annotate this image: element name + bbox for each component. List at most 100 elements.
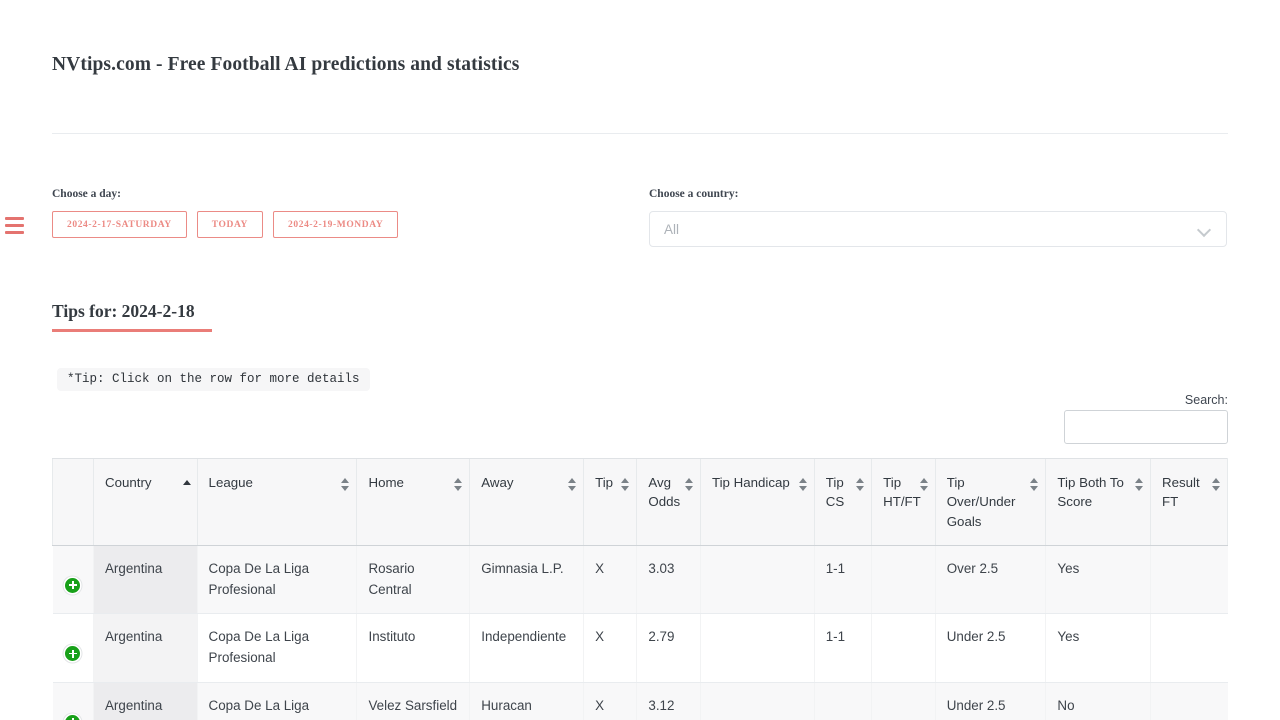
cell-tip-handicap — [699, 613, 815, 683]
column-header-home[interactable]: Home — [356, 458, 470, 546]
cell-tip: X — [583, 613, 637, 683]
row-expander-cell[interactable] — [52, 545, 94, 615]
sort-both-icon — [568, 478, 577, 491]
column-header-tip-both-to-score[interactable]: Tip Both To Score — [1045, 458, 1151, 546]
search-area: Search: — [1064, 393, 1228, 444]
cell-tip-handicap — [699, 682, 815, 720]
sort-both-icon — [341, 478, 350, 491]
day-button-today[interactable]: TODAY — [196, 211, 264, 238]
expand-row-button[interactable] — [53, 546, 94, 614]
column-label: League — [208, 475, 253, 490]
sort-both-icon — [1212, 478, 1221, 491]
cell-country: Argentina — [93, 613, 198, 683]
sort-both-icon — [684, 478, 694, 491]
sort-both-icon — [1135, 478, 1144, 491]
column-header-tip-over-under-goals[interactable]: Tip Over/Under Goals — [934, 458, 1046, 546]
table-row[interactable]: Argentina Copa De La Liga Profesional Ro… — [52, 545, 1228, 615]
cell-tip-over-under-goals: Under 2.5 — [934, 682, 1046, 720]
search-input[interactable] — [1064, 410, 1228, 444]
cell-result-ft — [1150, 682, 1228, 720]
column-header-tip-cs[interactable]: Tip CS — [813, 458, 872, 546]
column-header-away[interactable]: Away — [469, 458, 584, 546]
cell-avg-odds: 2.79 — [636, 613, 701, 683]
search-label: Search: — [1184, 393, 1228, 407]
expand-row-button[interactable] — [53, 683, 94, 720]
cell-tip-over-under-goals: Under 2.5 — [934, 613, 1046, 683]
choose-country-label: Choose a country: — [649, 188, 739, 200]
choose-day-label: Choose a day: — [52, 188, 122, 200]
plus-circle-icon — [65, 646, 81, 662]
sort-both-icon — [454, 478, 463, 491]
cell-tip-cs: 1-1 — [813, 545, 872, 615]
sort-both-icon — [798, 478, 808, 491]
column-label: Tip Both To Score — [1057, 475, 1124, 510]
hamburger-bar — [5, 224, 24, 227]
cell-away: Huracan — [469, 682, 584, 720]
hamburger-menu-icon[interactable] — [5, 217, 24, 234]
hamburger-bar — [5, 217, 24, 220]
cell-tip-htft — [871, 545, 936, 615]
sort-both-icon — [621, 478, 630, 491]
tips-table: Country League Home Away Tip Avg Odds Ti… — [52, 458, 1228, 720]
cell-tip-over-under-goals: Over 2.5 — [934, 545, 1046, 615]
tips-heading: Tips for: 2024-2-18 — [52, 301, 195, 321]
cell-result-ft — [1150, 613, 1228, 683]
chevron-down-icon — [1198, 225, 1212, 234]
plus-circle-icon — [65, 577, 81, 593]
cell-avg-odds: 3.03 — [636, 545, 701, 615]
cell-tip-handicap — [699, 545, 815, 615]
column-label: Away — [481, 475, 514, 490]
cell-tip-htft — [871, 682, 936, 720]
tips-table-body: Argentina Copa De La Liga Profesional Ro… — [52, 545, 1228, 720]
column-label: Tip Over/Under Goals — [946, 475, 1016, 529]
row-expander-cell[interactable] — [52, 613, 94, 683]
cell-league: Copa De La Liga Profesional — [196, 682, 357, 720]
country-select-value: All — [664, 221, 680, 237]
column-header-league[interactable]: League — [196, 458, 357, 546]
sort-both-icon — [856, 478, 865, 491]
hamburger-bar — [5, 231, 24, 234]
row-expander-cell[interactable] — [52, 682, 94, 720]
sort-ascending-icon — [182, 480, 191, 485]
table-row[interactable]: Argentina Copa De La Liga Profesional In… — [52, 613, 1228, 683]
cell-tip-htft — [871, 613, 936, 683]
column-header-country[interactable]: Country — [93, 458, 198, 546]
cell-country: Argentina — [93, 682, 198, 720]
cell-tip-both-to-score: No — [1045, 682, 1151, 720]
sort-both-icon — [1030, 478, 1039, 491]
column-label: Country — [105, 475, 152, 490]
column-header-avg-odds[interactable]: Avg Odds — [636, 458, 701, 546]
tip-note: *Tip: Click on the row for more details — [57, 368, 370, 391]
cell-tip: X — [583, 545, 637, 615]
cell-country: Argentina — [93, 545, 198, 615]
day-button-saturday[interactable]: 2024-2-17-SATURDAY — [52, 211, 187, 238]
cell-home: Velez Sarsfield — [356, 682, 470, 720]
cell-tip-cs: 1-1 — [813, 613, 872, 683]
cell-result-ft — [1150, 545, 1228, 615]
tips-table-wrapper: Country League Home Away Tip Avg Odds Ti… — [52, 458, 1228, 720]
country-select[interactable]: All — [649, 211, 1227, 247]
cell-away: Gimnasia L.P. — [469, 545, 584, 615]
day-button-monday[interactable]: 2024-2-19-MONDAY — [273, 211, 399, 238]
column-header-tip-htft[interactable]: Tip HT/FT — [871, 458, 936, 546]
column-header-tip[interactable]: Tip — [583, 458, 637, 546]
cell-league: Copa De La Liga Profesional — [196, 613, 357, 683]
tips-table-head: Country League Home Away Tip Avg Odds Ti… — [52, 458, 1228, 546]
cell-league: Copa De La Liga Profesional — [196, 545, 357, 615]
table-header-row: Country League Home Away Tip Avg Odds Ti… — [52, 458, 1228, 546]
cell-avg-odds: 3.12 — [636, 682, 701, 720]
column-header-result-ft[interactable]: Result FT — [1150, 458, 1228, 546]
table-row[interactable]: Argentina Copa De La Liga Profesional Ve… — [52, 682, 1228, 720]
cell-home: Instituto — [356, 613, 470, 683]
page-title: NVtips.com - Free Football AI prediction… — [52, 54, 520, 75]
expand-row-button[interactable] — [53, 614, 94, 682]
column-label: Home — [368, 475, 404, 490]
plus-circle-icon — [65, 714, 81, 720]
page-root: NVtips.com - Free Football AI prediction… — [0, 0, 1280, 720]
sort-both-icon — [919, 478, 929, 491]
column-header-tip-handicap[interactable]: Tip Handicap — [699, 458, 815, 546]
cell-tip: X — [583, 682, 637, 720]
column-label: Result FT — [1162, 475, 1200, 510]
cell-tip-both-to-score: Yes — [1045, 545, 1151, 615]
header-divider — [52, 133, 1228, 134]
